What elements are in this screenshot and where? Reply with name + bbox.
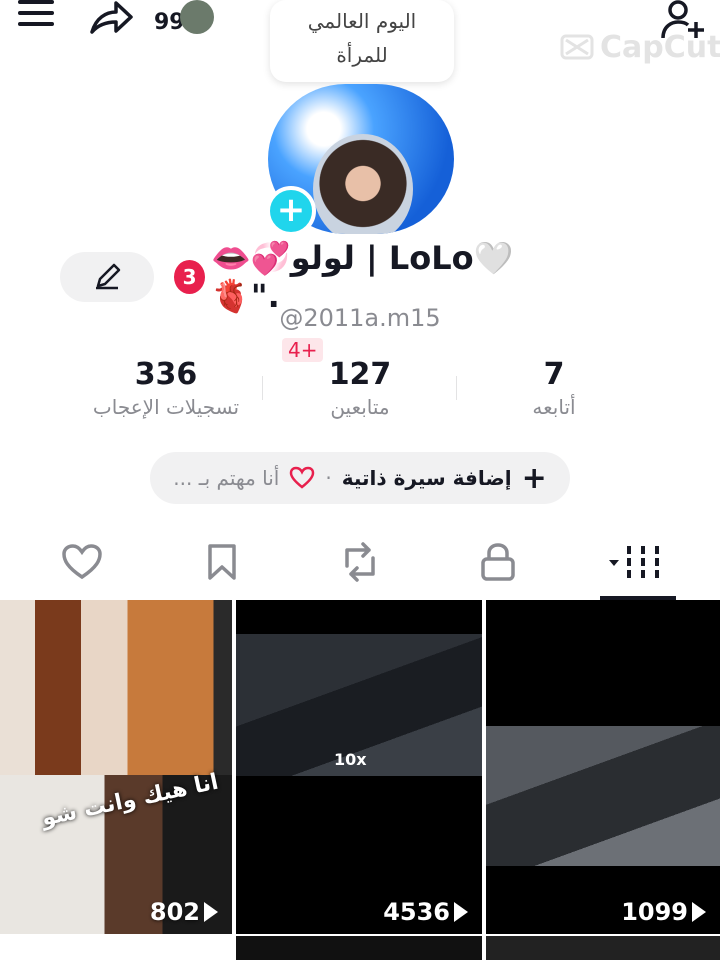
stat-likes[interactable]: 336 تسجيلات الإعجاب — [66, 356, 266, 420]
bookmark-icon — [208, 544, 236, 580]
stat-value: 7 — [543, 357, 565, 392]
tab-videos[interactable] — [600, 540, 670, 584]
stat-value: 336 — [134, 357, 198, 392]
grid-icon — [609, 546, 659, 578]
heart-outline-icon — [62, 544, 102, 580]
add-bio-label: إضافة سيرة ذاتية — [341, 466, 512, 490]
stat-value: 127 — [328, 357, 392, 392]
multiplier-label: 10x — [334, 750, 367, 769]
repost-icon — [345, 542, 375, 582]
event-bubble[interactable]: اليوم العالمي للمرأة — [270, 0, 454, 82]
view-count: 4536 — [383, 898, 468, 926]
share-icon[interactable] — [88, 0, 134, 36]
add-bio-button[interactable]: + إضافة سيرة ذاتية · أنا مهتم بـ ... — [150, 452, 570, 504]
menu-icon[interactable] — [18, 0, 54, 32]
video-tile[interactable]: 10x 4536 — [236, 600, 482, 934]
view-count: 1099 — [621, 898, 706, 926]
event-line-2: للمرأة — [336, 43, 388, 67]
stat-label: أتابعه — [532, 395, 576, 419]
tab-private[interactable] — [468, 540, 528, 584]
stat-following[interactable]: 7 أتابعه — [454, 356, 654, 420]
watermark: CapCut — [600, 30, 720, 65]
stat-label: متابعين — [330, 395, 390, 419]
mini-avatar[interactable] — [180, 0, 214, 34]
username: @2011a.m15 — [279, 304, 441, 332]
display-name-row: 3 👄💞لولو | LoLo🤍🫀". — [174, 239, 550, 315]
separator: · — [325, 466, 332, 490]
tab-liked[interactable] — [52, 540, 112, 584]
play-icon — [204, 902, 218, 922]
stat-label: تسجيلات الإعجاب — [92, 395, 240, 419]
tab-reposts[interactable] — [330, 540, 390, 584]
edit-name-button[interactable] — [60, 252, 154, 302]
view-count: 802 — [150, 898, 218, 926]
video-tile[interactable]: 1099 — [486, 600, 720, 934]
plus-icon: + — [521, 460, 547, 496]
notification-badge: 3 — [174, 260, 206, 294]
tab-favorites[interactable] — [192, 540, 252, 584]
stat-followers[interactable]: 127 متابعين — [260, 356, 460, 420]
event-line-1: اليوم العالمي — [307, 9, 417, 33]
add-story-button[interactable]: + — [266, 186, 316, 236]
capcut-logo-icon — [560, 34, 594, 60]
play-icon — [692, 902, 706, 922]
interest-label: أنا مهتم بـ ... — [173, 466, 280, 490]
lock-icon — [481, 543, 515, 581]
play-icon — [454, 902, 468, 922]
pencil-icon — [96, 263, 121, 290]
heart-icon — [290, 466, 315, 489]
video-tile[interactable] — [236, 936, 482, 960]
video-tile[interactable] — [486, 936, 720, 960]
video-tile[interactable]: انا هيك وانت شو 802 — [0, 600, 232, 934]
